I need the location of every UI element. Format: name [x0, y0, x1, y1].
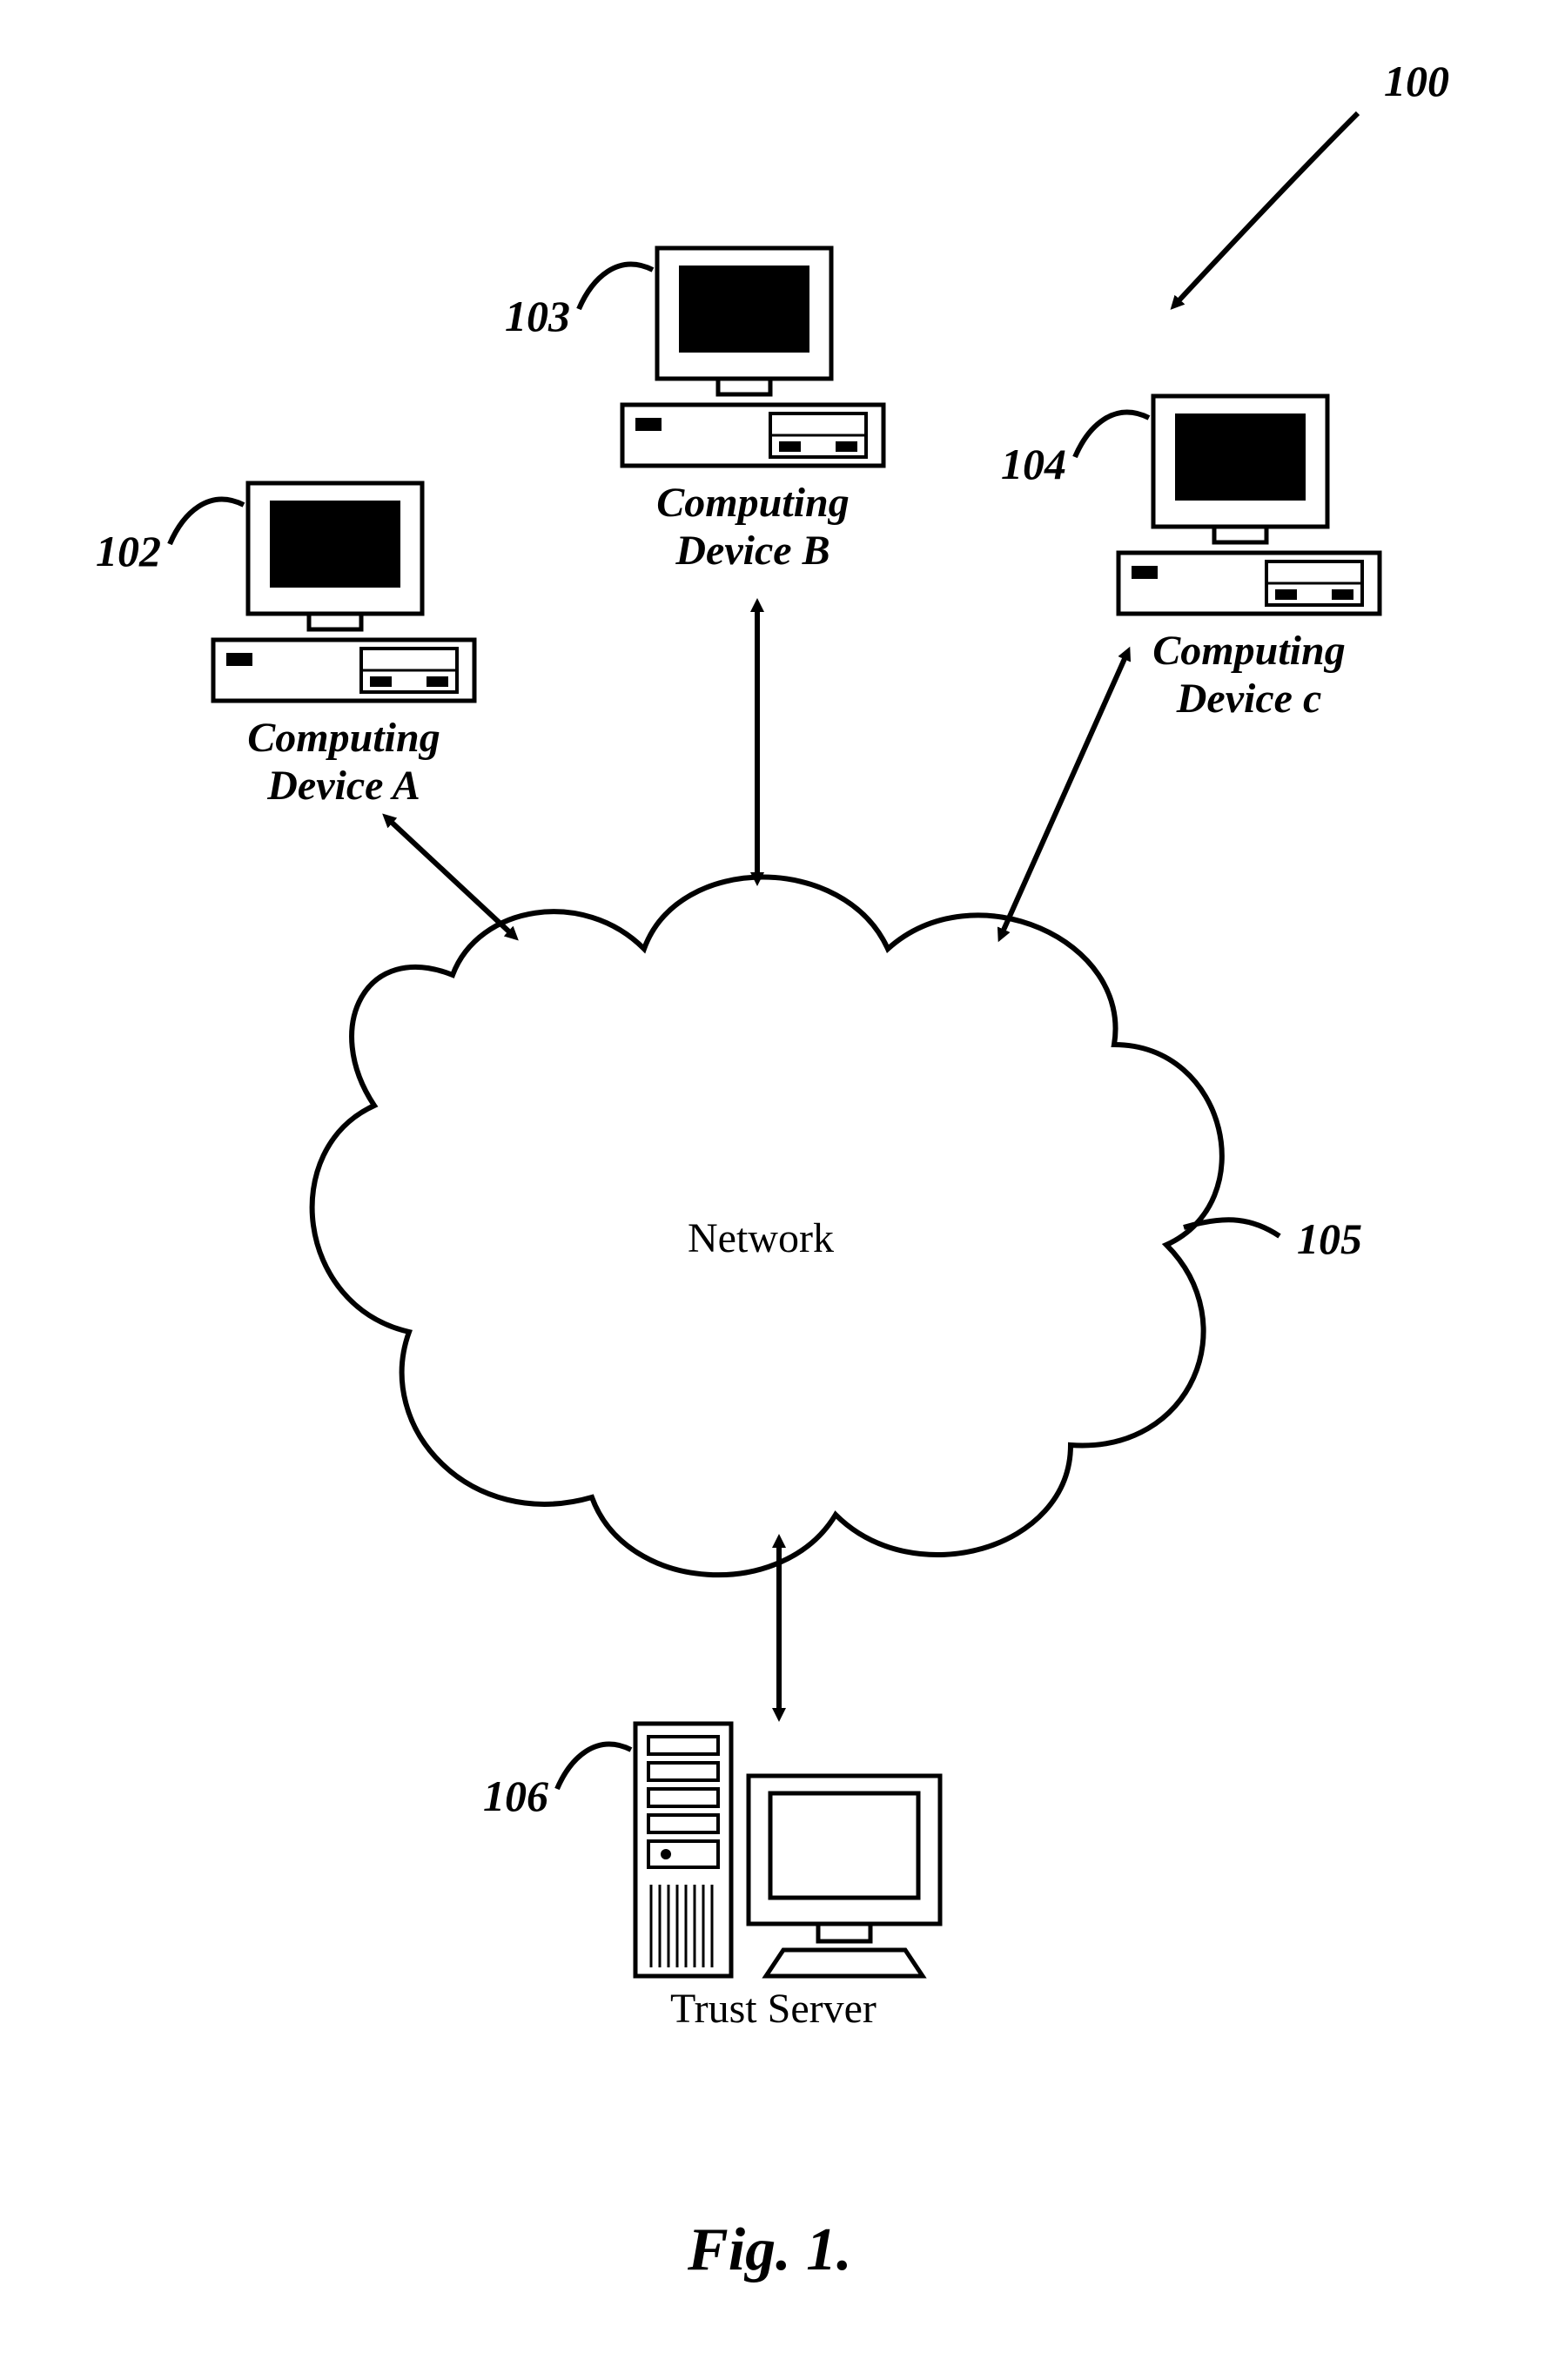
ref-106: 106	[483, 1772, 548, 1822]
ref-104: 104	[1001, 440, 1066, 490]
ref-100: 100	[1384, 57, 1449, 107]
figure-caption: Fig. 1.	[688, 2215, 852, 2286]
arrow-a-to-cloud	[387, 818, 514, 936]
ref-105-lead	[1184, 1220, 1280, 1236]
label-trust-server: Trust Server	[670, 1985, 877, 2033]
label-device-c: Computing Device c	[1136, 627, 1362, 723]
ref-103-lead	[579, 265, 653, 309]
ref-102: 102	[96, 527, 161, 577]
computer-b-icon	[622, 248, 883, 466]
trust-server-icon	[635, 1724, 940, 1976]
label-device-b: Computing Device B	[640, 479, 866, 575]
computer-c-icon	[1118, 396, 1380, 614]
ref-100-leader	[1175, 113, 1358, 305]
computer-a-icon	[213, 483, 474, 701]
label-network: Network	[688, 1214, 834, 1262]
ref-104-lead	[1075, 413, 1149, 457]
arrow-c-to-cloud	[1001, 653, 1127, 936]
ref-105: 105	[1297, 1214, 1362, 1265]
label-device-a: Computing Device A	[231, 714, 457, 810]
ref-102-lead	[170, 500, 244, 544]
ref-103: 103	[505, 292, 570, 342]
ref-106-lead	[557, 1745, 631, 1789]
figure-stage: 100 102 Computing Device A 103 Computing…	[0, 0, 1565, 2380]
